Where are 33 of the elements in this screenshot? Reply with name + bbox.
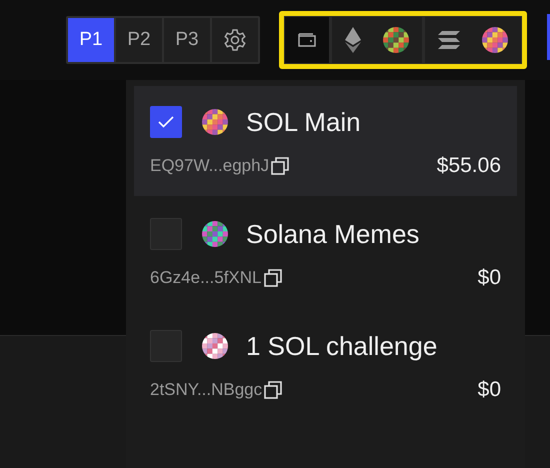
wallet-address: EQ97W...egphJ (150, 156, 270, 176)
copy-icon[interactable] (271, 156, 290, 176)
ethereum-icon (345, 27, 361, 53)
wallet-item[interactable]: 1 SOL challenge 2tSNY...NBggc $0 (134, 310, 517, 420)
wallet-balance: $0 (478, 266, 501, 290)
wallet-item[interactable]: Solana Memes 6Gz4e...5fXNL $0 (134, 198, 517, 308)
page-tab[interactable]: P1 (68, 18, 114, 62)
settings-button[interactable] (212, 18, 258, 62)
wallet-item[interactable]: SOL Main EQ97W...egphJ $55.06 (134, 86, 517, 196)
solana-button[interactable] (425, 17, 521, 63)
avatar-icon (482, 27, 508, 53)
copy-icon[interactable] (264, 268, 283, 288)
wallet-name: SOL Main (246, 106, 361, 138)
wallet-name: 1 SOL challenge (246, 330, 438, 362)
avatar-icon (202, 221, 228, 247)
wallet-address: 2tSNY...NBggc (150, 380, 262, 400)
settings-icon (223, 28, 247, 52)
wallet-balance: $55.06 (436, 154, 501, 178)
wallet-button[interactable] (285, 17, 329, 63)
wallet-icon (297, 31, 317, 49)
solana-icon (438, 31, 460, 49)
page-tab[interactable]: P2 (116, 18, 162, 62)
avatar-icon (383, 27, 409, 53)
wallet-balance: $0 (478, 378, 501, 402)
page-tab[interactable]: P3 (164, 18, 210, 62)
copy-icon[interactable] (264, 380, 284, 400)
avatar-icon (202, 333, 228, 359)
ethereum-button[interactable] (332, 17, 422, 63)
avatar-icon (202, 109, 228, 135)
wallet-address: 6Gz4e...5fXNL (150, 268, 262, 288)
checkbox[interactable] (150, 106, 182, 138)
check-icon (158, 116, 174, 128)
wallet-name: Solana Memes (246, 218, 420, 250)
